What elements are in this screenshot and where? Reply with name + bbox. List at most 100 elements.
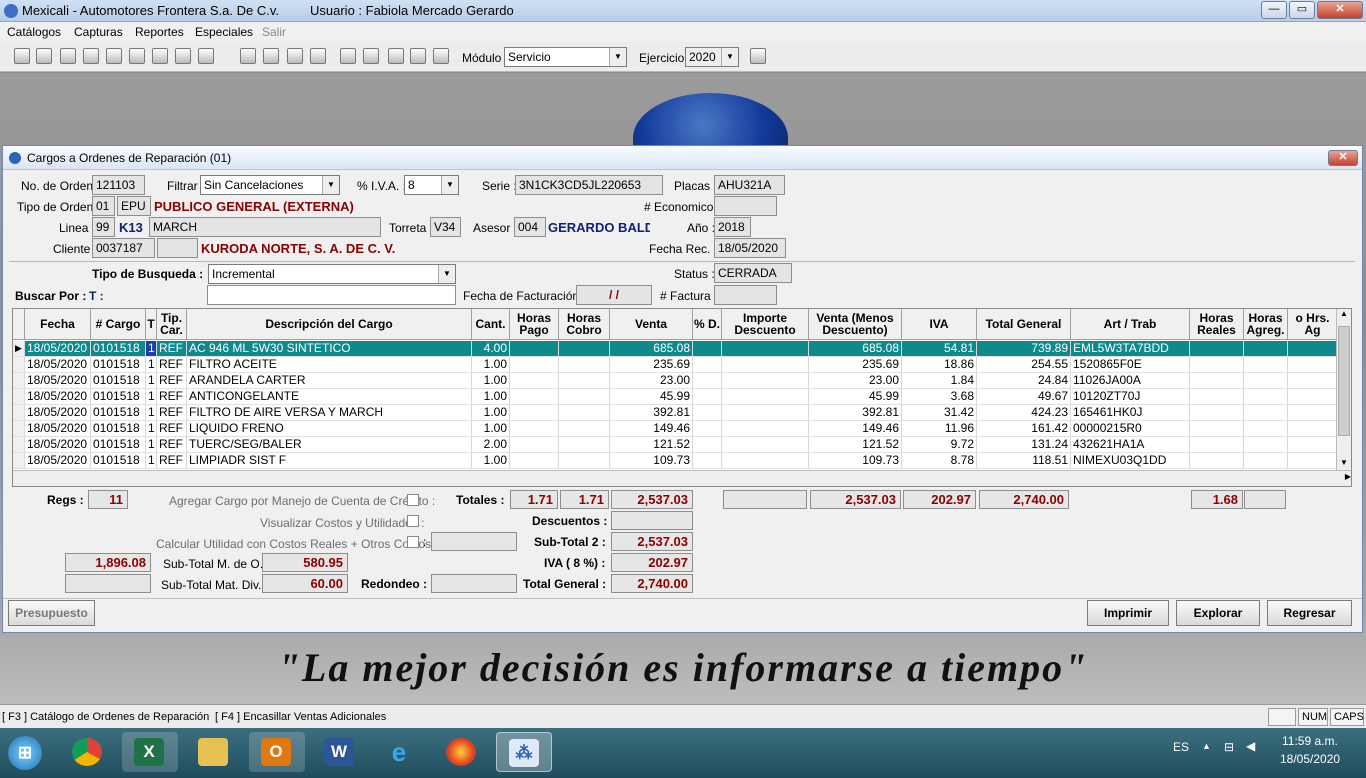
table-cell[interactable]: 0101518 <box>91 453 146 469</box>
table-cell[interactable] <box>559 389 610 405</box>
cliente-code[interactable]: 0037187 <box>92 238 155 258</box>
table-row[interactable]: 18/05/2020 0101518 1 REF ARANDELA CARTER 1.00… <box>13 373 1338 389</box>
table-cell[interactable] <box>1244 453 1288 469</box>
column-header[interactable]: T <box>146 309 157 340</box>
table-row[interactable]: 18/05/2020 0101518 1 REF ANTICONGELANTE 1.00 4… <box>13 389 1338 405</box>
table-cell[interactable]: 0101518 <box>91 405 146 421</box>
table-cell[interactable]: 18/05/2020 <box>25 437 91 453</box>
exit-icon[interactable] <box>750 48 766 64</box>
table-cell[interactable]: REF <box>157 437 187 453</box>
table-cell[interactable]: 9.72 <box>902 437 977 453</box>
table-cell[interactable] <box>722 389 809 405</box>
table-cell[interactable]: 1 <box>146 389 157 405</box>
document-icon[interactable] <box>83 48 99 64</box>
table-cell[interactable]: 165461HK0J <box>1071 405 1190 421</box>
table-cell[interactable]: 121.52 <box>809 437 902 453</box>
table-cell[interactable] <box>722 421 809 437</box>
table-cell[interactable]: 18/05/2020 <box>25 373 91 389</box>
column-header[interactable]: % D. <box>693 309 722 340</box>
table-cell[interactable]: 0101518 <box>91 357 146 373</box>
table-cell[interactable]: TUERC/SEG/BALER <box>187 437 472 453</box>
factura-field[interactable] <box>714 285 777 305</box>
table-cell[interactable]: 18/05/2020 <box>25 357 91 373</box>
table-cell[interactable]: 0101518 <box>91 341 146 357</box>
tray-arrow-icon[interactable]: ▲ <box>1202 741 1211 751</box>
table-cell[interactable]: LIQUIDO FRENO <box>187 421 472 437</box>
table-cell[interactable]: 2.00 <box>472 437 510 453</box>
table-cell[interactable] <box>559 357 610 373</box>
column-header[interactable]: Art / Trab <box>1071 309 1190 340</box>
row-selector[interactable] <box>13 405 25 421</box>
vertical-scrollbar[interactable]: ▲ ▼ <box>1336 309 1351 472</box>
table-cell[interactable]: 1.00 <box>472 453 510 469</box>
table-cell[interactable] <box>1190 437 1244 453</box>
column-header[interactable]: Horas Agreg. <box>1244 309 1288 340</box>
table-cell[interactable]: 1.00 <box>472 421 510 437</box>
table-cell[interactable] <box>1190 389 1244 405</box>
table-cell[interactable]: REF <box>157 421 187 437</box>
table-cell[interactable] <box>1244 421 1288 437</box>
column-header[interactable]: IVA <box>902 309 977 340</box>
table-cell[interactable]: 1 <box>146 357 157 373</box>
home-icon[interactable] <box>310 48 326 64</box>
taskbar-word[interactable]: W <box>312 732 368 772</box>
taskbar-explorer[interactable] <box>186 732 242 772</box>
table-cell[interactable] <box>510 437 559 453</box>
table-cell[interactable] <box>559 341 610 357</box>
table-cell[interactable]: REF <box>157 341 187 357</box>
table-cell[interactable]: 1 <box>146 373 157 389</box>
person-icon[interactable] <box>287 48 303 64</box>
clock-time[interactable]: 11:59 a.m. <box>1282 734 1338 748</box>
table-cell[interactable] <box>1190 357 1244 373</box>
no-orden-field[interactable]: 121103 <box>92 175 145 195</box>
table-row[interactable]: 18/05/2020 0101518 1 REF TUERC/SEG/BALER 2.00… <box>13 437 1338 453</box>
column-header[interactable]: Cant. <box>472 309 510 340</box>
table-cell[interactable] <box>559 453 610 469</box>
explorar-button[interactable]: Explorar <box>1176 600 1260 626</box>
table-cell[interactable] <box>1190 421 1244 437</box>
table-cell[interactable] <box>722 405 809 421</box>
table-cell[interactable] <box>1288 421 1338 437</box>
table-cell[interactable]: 1.00 <box>472 373 510 389</box>
clock-date[interactable]: 18/05/2020 <box>1280 752 1340 766</box>
table-cell[interactable]: 424.23 <box>977 405 1071 421</box>
table-cell[interactable]: 8.78 <box>902 453 977 469</box>
table-cell[interactable]: 0101518 <box>91 437 146 453</box>
table-cell[interactable]: 1 <box>146 405 157 421</box>
network-icon[interactable] <box>433 48 449 64</box>
taskbar-excel[interactable]: X <box>122 732 178 772</box>
table-cell[interactable]: 11.96 <box>902 421 977 437</box>
table-cell[interactable]: 18/05/2020 <box>25 341 91 357</box>
visualizar-costos-checkbox[interactable] <box>407 515 419 527</box>
filtrar-select[interactable]: Sin Cancelaciones ▼ <box>200 175 340 195</box>
table-cell[interactable]: 1520865F0E <box>1071 357 1190 373</box>
list-icon[interactable] <box>36 48 52 64</box>
table-cell[interactable]: 23.00 <box>809 373 902 389</box>
table-cell[interactable]: 18.86 <box>902 357 977 373</box>
table-cell[interactable]: 109.73 <box>610 453 693 469</box>
table-cell[interactable]: 1.84 <box>902 373 977 389</box>
table-cell[interactable]: 10120ZT70J <box>1071 389 1190 405</box>
network-tray-icon[interactable]: ⊟ <box>1224 740 1234 754</box>
table-cell[interactable]: 0101518 <box>91 373 146 389</box>
table-cell[interactable] <box>693 373 722 389</box>
taskbar-firefox[interactable] <box>434 732 490 772</box>
table-cell[interactable] <box>1190 453 1244 469</box>
table-cell[interactable] <box>1244 389 1288 405</box>
row-selector[interactable] <box>13 373 25 389</box>
grid-icon[interactable] <box>152 48 168 64</box>
table-cell[interactable] <box>510 341 559 357</box>
taskbar-chrome[interactable] <box>60 732 116 772</box>
column-header[interactable]: Venta <box>610 309 693 340</box>
tools-icon[interactable] <box>240 48 256 64</box>
table-cell[interactable] <box>1244 373 1288 389</box>
tipo-busqueda-select[interactable]: Incremental ▼ <box>208 264 456 284</box>
menu-catalogos[interactable]: Catálogos <box>7 25 61 39</box>
calendar-icon[interactable] <box>340 48 356 64</box>
table-cell[interactable] <box>559 405 610 421</box>
menu-reportes[interactable]: Reportes <box>135 25 184 39</box>
row-selector[interactable] <box>13 437 25 453</box>
printer-icon[interactable] <box>198 48 214 64</box>
table-cell[interactable]: 392.81 <box>809 405 902 421</box>
close-button[interactable]: ✕ <box>1317 1 1363 19</box>
